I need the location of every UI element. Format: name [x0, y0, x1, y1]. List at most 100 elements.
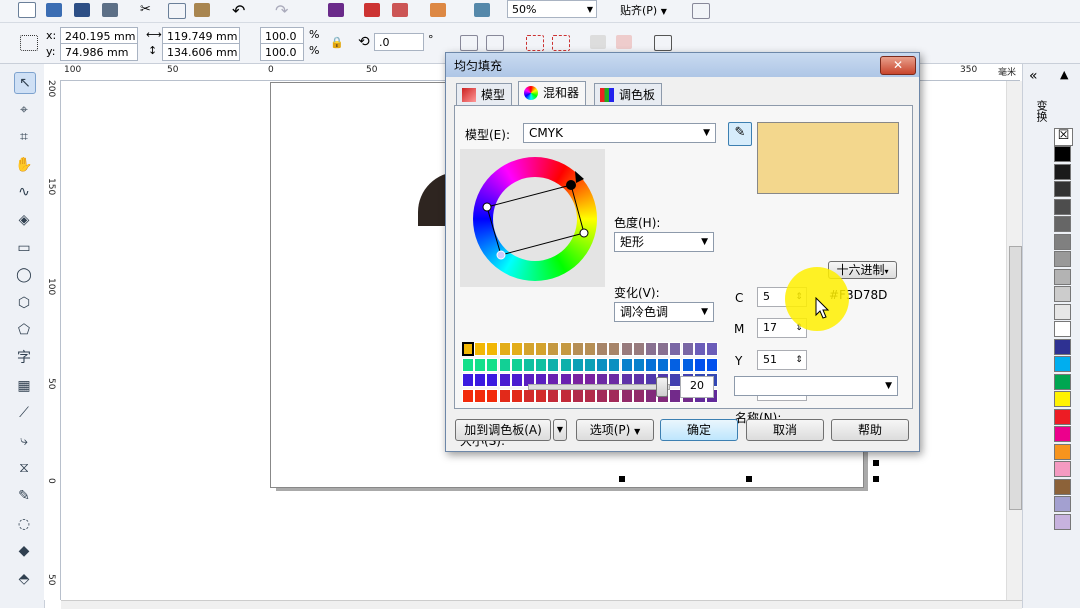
color-variation-cell[interactable] — [510, 342, 523, 356]
color-variation-cell[interactable] — [571, 357, 584, 372]
add-to-palette-dropdown[interactable]: ▼ — [553, 419, 567, 441]
selection-handle[interactable] — [619, 476, 625, 482]
color-variation-cell[interactable] — [669, 342, 682, 356]
color-swatch[interactable] — [1054, 198, 1071, 215]
color-swatch[interactable] — [1054, 338, 1071, 355]
color-variation-cell[interactable] — [669, 357, 682, 372]
export-icon[interactable] — [392, 3, 408, 17]
rectangle-tool-icon[interactable]: ▭ — [14, 238, 34, 258]
color-variation-cell[interactable] — [596, 342, 609, 356]
transform-docker-tab[interactable]: 变换 — [1033, 100, 1049, 122]
color-variation-cell[interactable] — [498, 373, 511, 387]
text-tool-icon[interactable]: 字 — [14, 348, 34, 368]
color-swatch[interactable] — [1054, 181, 1071, 197]
color-variation-cell[interactable] — [632, 342, 645, 356]
color-variation-cell[interactable] — [706, 357, 718, 372]
variation-select[interactable]: 调冷色调 ▼ — [614, 302, 714, 322]
ungroup-icon[interactable] — [552, 35, 570, 51]
color-swatch[interactable] — [1054, 496, 1071, 512]
freehand-tool-icon[interactable]: ∿ — [14, 182, 34, 202]
color-variation-cell[interactable] — [608, 388, 621, 403]
color-variation-cell[interactable] — [498, 357, 511, 372]
redo-icon[interactable]: ↷ — [275, 1, 291, 20]
color-swatch[interactable] — [1054, 408, 1071, 425]
color-variation-cell[interactable] — [645, 342, 657, 356]
ok-button[interactable]: 确定 — [660, 419, 738, 441]
save-icon[interactable] — [74, 3, 90, 17]
color-variation-cell[interactable] — [620, 388, 633, 403]
color-variation-cell[interactable] — [474, 373, 487, 387]
break-apart-icon[interactable] — [616, 35, 632, 49]
pick-tool-icon[interactable]: ↖ — [14, 72, 36, 94]
color-variation-cell[interactable] — [693, 357, 706, 372]
color-variation-cell[interactable] — [706, 342, 718, 356]
color-swatch[interactable] — [1054, 426, 1071, 442]
color-variation-cell[interactable] — [474, 342, 487, 356]
align-distribute-icon[interactable] — [654, 35, 672, 51]
group-icon[interactable] — [526, 35, 544, 51]
color-variation-cell[interactable] — [547, 342, 560, 356]
vertical-ruler[interactable]: 200 150 100 50 0 50 — [44, 80, 61, 600]
color-variation-cell[interactable] — [510, 357, 523, 372]
tab-models[interactable]: 模型 — [456, 83, 513, 105]
color-variation-cell[interactable] — [608, 342, 621, 356]
no-color-swatch[interactable]: ☒ — [1054, 128, 1073, 146]
color-variation-cell[interactable] — [462, 388, 474, 403]
undo-icon[interactable]: ↶ — [232, 1, 248, 20]
color-variation-cell[interactable] — [510, 388, 523, 403]
import-icon[interactable] — [364, 3, 380, 17]
color-swatch[interactable] — [1054, 216, 1071, 232]
color-swatch[interactable] — [1054, 373, 1071, 390]
color-variation-cell[interactable] — [462, 357, 474, 372]
vertical-scrollbar[interactable] — [1006, 81, 1023, 600]
color-variation-cell[interactable] — [657, 357, 670, 372]
options-icon[interactable] — [692, 3, 710, 19]
mirror-vertical-icon[interactable] — [486, 35, 504, 51]
color-swatch[interactable] — [1054, 478, 1071, 495]
color-variation-cell[interactable] — [474, 357, 487, 372]
color-variation-cell[interactable] — [474, 388, 487, 403]
zoom-level-select[interactable]: 50% ▼ — [507, 0, 597, 18]
connector-tool-icon[interactable]: ⤷ — [14, 431, 34, 451]
y-position-input[interactable]: 74.986 mm — [60, 43, 138, 61]
color-variation-cell[interactable] — [486, 342, 499, 356]
color-variation-cell[interactable] — [559, 357, 572, 372]
spinner-icon[interactable]: ⇕ — [795, 353, 803, 367]
dimension-tool-icon[interactable]: ⟋ — [14, 403, 34, 423]
color-swatch[interactable] — [1054, 321, 1071, 337]
selection-handle[interactable] — [873, 460, 879, 466]
color-variation-cell[interactable] — [657, 342, 670, 356]
color-variation-cell[interactable] — [535, 342, 548, 356]
size-slider-thumb[interactable] — [656, 377, 668, 397]
palette-scroll-up-icon[interactable]: ▲ — [1060, 68, 1068, 81]
collapse-icon[interactable]: « — [1029, 68, 1038, 84]
open-icon[interactable] — [46, 3, 62, 17]
tab-palettes[interactable]: 调色板 — [594, 83, 663, 105]
add-to-palette-button[interactable]: 加到调色板(A) — [455, 419, 551, 441]
snap-to-menu[interactable]: 贴齐(P) ▼ — [620, 2, 667, 18]
tab-mixers[interactable]: 混和器 — [518, 81, 587, 105]
crop-tool-icon[interactable]: ⌗ — [14, 127, 34, 147]
color-variation-cell[interactable] — [620, 342, 633, 356]
color-variation-cell[interactable] — [681, 357, 694, 372]
object-origin-icon[interactable] — [20, 35, 38, 51]
color-swatch[interactable] — [1054, 286, 1071, 302]
color-variation-cell[interactable] — [584, 357, 596, 372]
color-swatch[interactable] — [1054, 303, 1071, 320]
model-select[interactable]: CMYK ▼ — [523, 123, 716, 143]
smart-fill-tool-icon[interactable]: ◈ — [14, 210, 34, 230]
color-variation-cell[interactable] — [462, 342, 474, 356]
close-button[interactable]: ✕ — [880, 56, 916, 75]
color-variation-cell[interactable] — [596, 357, 609, 372]
size-slider-track[interactable] — [528, 384, 670, 390]
scroll-thumb[interactable] — [1009, 246, 1022, 510]
color-swatch[interactable] — [1054, 391, 1071, 407]
color-variation-cell[interactable] — [535, 388, 548, 403]
shape-tool-icon[interactable]: ⌖ — [14, 100, 34, 120]
color-variation-cell[interactable] — [681, 342, 694, 356]
polygon-tool-icon[interactable]: ⬡ — [14, 293, 34, 313]
color-variation-cell[interactable] — [596, 388, 609, 403]
yellow-input[interactable]: 51 ⇕ — [757, 350, 807, 370]
color-variation-cell[interactable] — [559, 342, 572, 356]
color-variation-cell[interactable] — [547, 388, 560, 403]
